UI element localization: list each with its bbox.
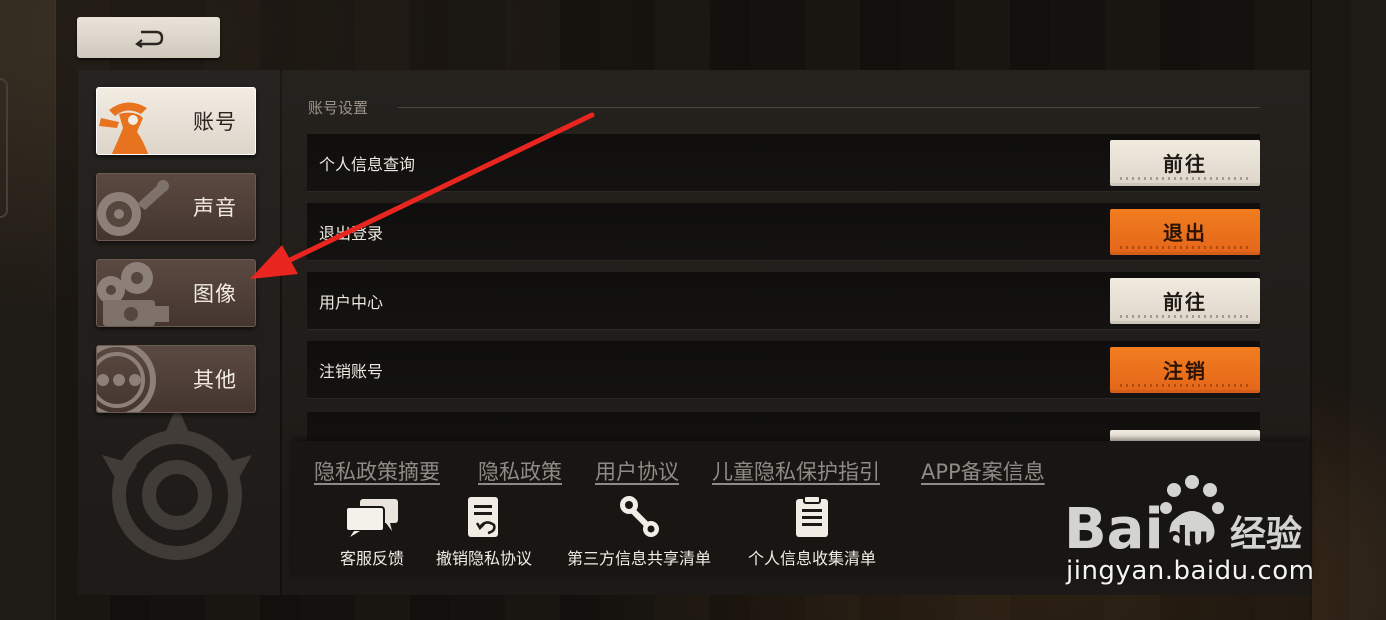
- gramophone-icon: [97, 180, 169, 236]
- section-divider: [398, 107, 1260, 108]
- link-app-filing-info[interactable]: APP备案信息: [921, 456, 1045, 486]
- return-arrow-icon: [134, 30, 163, 48]
- delete-account-button[interactable]: 注销: [1110, 346, 1260, 393]
- more-dots-icon: [97, 346, 156, 412]
- settings-row-personal-info: 个人信息查询 前往: [307, 134, 1260, 192]
- tool-label: 个人信息收集清单: [748, 549, 877, 568]
- feedback-tool[interactable]: 客服反馈: [340, 495, 404, 569]
- settings-row-user-center: 用户中心 前往: [307, 272, 1260, 330]
- svg-text:du: du: [1166, 521, 1209, 556]
- row-label: 个人信息查询: [319, 154, 416, 174]
- svg-text:Bai: Bai: [1064, 497, 1164, 562]
- tool-label: 客服反馈: [340, 549, 405, 568]
- row-label: 用户中心: [319, 292, 384, 312]
- sidebar-item-account[interactable]: 账号: [96, 87, 256, 155]
- row-label: 注销账号: [319, 361, 384, 381]
- sidebar-item-label: 其他: [193, 368, 237, 392]
- sidebar-item-image[interactable]: 图像: [96, 259, 256, 327]
- settings-row-delete-account: 注销账号 注销: [307, 341, 1260, 399]
- svg-text:经验: 经验: [1230, 514, 1302, 555]
- revoke-privacy-tool[interactable]: 撤销隐私协议: [436, 495, 532, 569]
- link-user-agreement[interactable]: 用户协议: [595, 456, 679, 486]
- personal-info-collection-tool[interactable]: 个人信息收集清单: [748, 495, 876, 569]
- sidebar-item-label: 声音: [193, 196, 237, 220]
- section-title: 账号设置: [308, 99, 369, 117]
- sidebar-item-other[interactable]: 其他: [96, 345, 256, 413]
- sidebar-item-sound[interactable]: 声音: [96, 173, 256, 241]
- key-icon: [620, 496, 659, 537]
- goto-personal-info-button[interactable]: 前往: [1110, 139, 1260, 186]
- sidebar-item-label: 账号: [193, 110, 237, 134]
- phone-edge-decoration: [0, 78, 8, 218]
- goto-user-center-button[interactable]: 前往: [1110, 277, 1260, 324]
- settings-row-partially-hidden: [307, 412, 1260, 442]
- settings-row-logout: 退出登录 退出: [307, 203, 1260, 261]
- logout-button[interactable]: 退出: [1110, 208, 1260, 255]
- tool-label: 第三方信息共享清单: [567, 549, 712, 568]
- link-privacy-policy[interactable]: 隐私政策: [478, 456, 562, 486]
- watermark-url: jingyan.baidu.com: [1066, 556, 1315, 586]
- link-privacy-summary[interactable]: 隐私政策摘要: [314, 456, 440, 486]
- tool-label: 撤销隐私协议: [436, 549, 533, 568]
- gear-decoration-icon: [102, 405, 252, 560]
- account-detective-icon: [99, 102, 149, 154]
- back-button[interactable]: [77, 17, 220, 58]
- document-undo-icon: [468, 497, 498, 537]
- chat-bubbles-icon: [345, 499, 398, 537]
- link-child-privacy[interactable]: 儿童隐私保护指引: [712, 456, 880, 486]
- row-label: 退出登录: [319, 223, 384, 243]
- sidebar-item-label: 图像: [193, 282, 237, 306]
- third-party-sharing-tool[interactable]: 第三方信息共享清单: [567, 495, 711, 569]
- clipboard-icon: [796, 495, 828, 537]
- film-projector-icon: [97, 262, 169, 326]
